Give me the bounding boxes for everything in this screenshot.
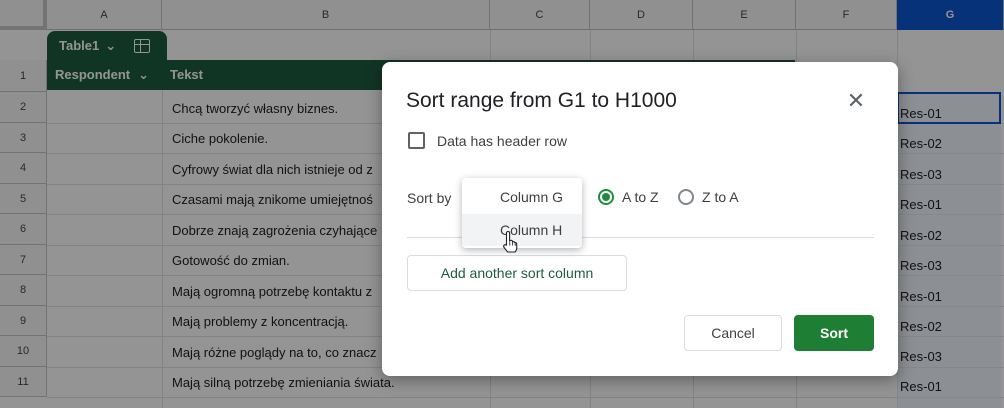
hand-pointer-cursor-icon [503, 230, 518, 253]
dropdown-option-column-g[interactable]: Column G [462, 181, 582, 213]
radio-a-to-z-label: A to Z [622, 189, 659, 205]
sort-button[interactable]: Sort [794, 315, 874, 351]
close-icon[interactable]: ✕ [842, 88, 870, 116]
radio-z-to-a-button[interactable] [678, 189, 694, 205]
radio-a-to-z[interactable]: A to Z [598, 189, 659, 205]
header-row-option[interactable]: Data has header row [408, 132, 567, 149]
dialog-title: Sort range from G1 to H1000 [406, 89, 677, 112]
add-sort-column-button[interactable]: Add another sort column [407, 255, 627, 291]
radio-z-to-a[interactable]: Z to A [678, 189, 739, 205]
cancel-button[interactable]: Cancel [684, 315, 782, 351]
radio-z-to-a-label: Z to A [702, 189, 739, 205]
header-row-label: Data has header row [437, 132, 567, 149]
sort-column-dropdown[interactable]: Column G Column H [462, 178, 582, 248]
header-row-checkbox[interactable] [408, 132, 425, 149]
sort-by-label: Sort by [407, 190, 452, 206]
radio-a-to-z-button[interactable] [598, 189, 614, 205]
sort-range-dialog: Sort range from G1 to H1000 ✕ Data has h… [382, 62, 898, 376]
dropdown-option-column-h[interactable]: Column H [462, 214, 582, 246]
